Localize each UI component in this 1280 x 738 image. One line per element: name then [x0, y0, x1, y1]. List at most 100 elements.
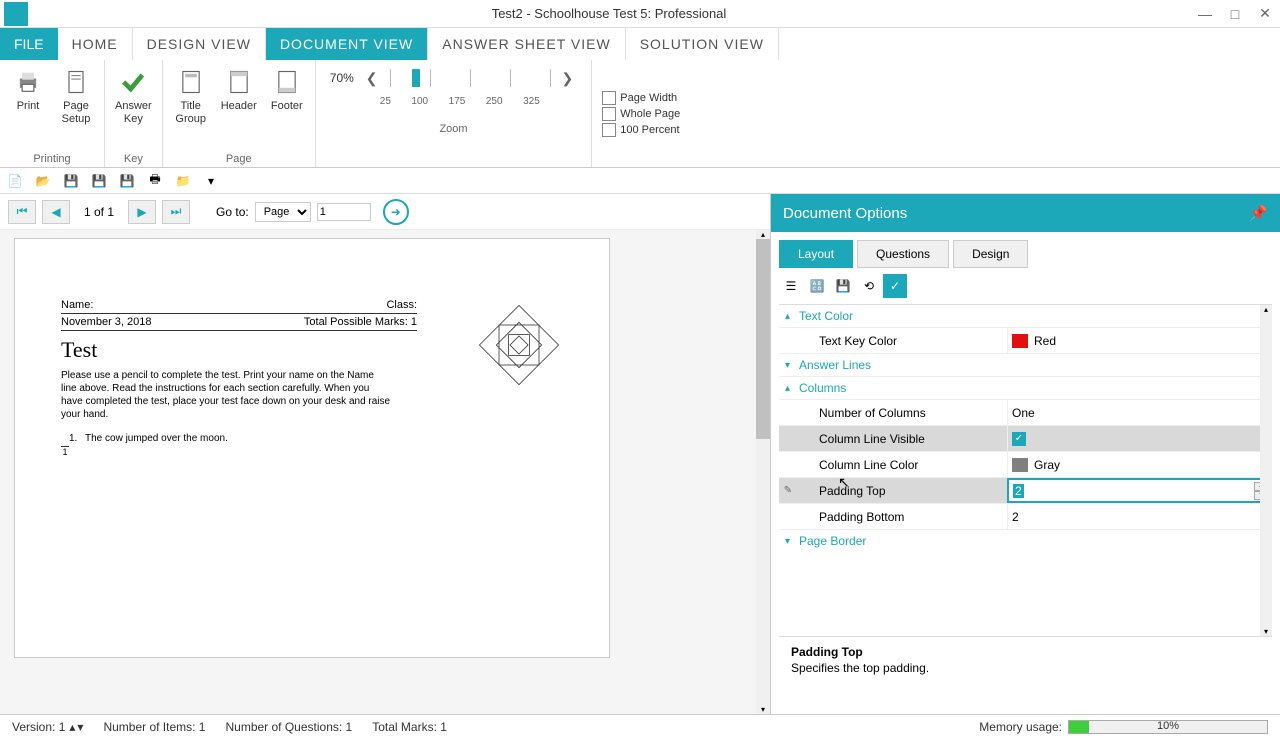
tab-layout[interactable]: Layout	[779, 240, 853, 268]
prop-padding-top[interactable]: ✎Padding Top2▴▾	[779, 478, 1272, 504]
save-options-icon[interactable]: 💾	[831, 274, 855, 298]
zoom-in-button[interactable]: ❯	[558, 70, 578, 87]
first-page-button[interactable]: ⏮	[8, 200, 36, 224]
quick-access-toolbar: 📄 📂 💾 💾 💾 🖶 📁 ▾	[0, 168, 1280, 194]
prop-col-line-color[interactable]: Column Line ColorGray	[779, 452, 1272, 478]
answer-key-button[interactable]: Answer Key	[113, 64, 154, 128]
doc-scrollbar[interactable]: ▴▾	[756, 230, 770, 714]
new-doc-icon[interactable]: 📄	[6, 172, 24, 190]
close-button[interactable]: ✕	[1250, 2, 1280, 26]
reset-icon[interactable]: ⟲	[857, 274, 881, 298]
chevron-down-icon: ▾	[785, 360, 799, 371]
whole-page-icon	[602, 107, 616, 121]
page-width-icon	[602, 91, 616, 105]
chevron-up-icon: ▴	[785, 311, 799, 322]
zoom-slider[interactable]	[390, 66, 550, 90]
zoom-out-button[interactable]: ❮	[362, 70, 382, 87]
status-version: Version: 1▴▾	[12, 720, 83, 734]
go-button[interactable]: ➜	[383, 199, 409, 225]
folder-icon[interactable]: 📁	[174, 172, 192, 190]
status-marks: Total Marks: 1	[372, 720, 447, 734]
title-group-button[interactable]: Title Group	[171, 64, 211, 128]
version-up-button[interactable]: ▴	[69, 720, 75, 734]
section-page-border[interactable]: ▾Page Border	[779, 530, 1272, 552]
dropdown-icon[interactable]: ▾	[202, 172, 220, 190]
tab-design[interactable]: Design	[953, 240, 1028, 268]
class-label: Class:	[386, 299, 417, 311]
status-questions: Number of Questions: 1	[225, 720, 352, 734]
status-items: Number of Items: 1	[103, 720, 205, 734]
section-text-color[interactable]: ▴Text Color	[779, 305, 1272, 328]
hundred-percent-button[interactable]: 100 Percent	[602, 123, 680, 137]
alphabetical-icon[interactable]: 🔠	[805, 274, 829, 298]
tab-questions[interactable]: Questions	[857, 240, 949, 268]
title-bar: Test2 - Schoolhouse Test 5: Professional…	[0, 0, 1280, 28]
doc-intro: Please use a pencil to complete the test…	[61, 369, 391, 421]
zoom-tick-labels: 25100175250325	[380, 96, 540, 107]
tab-answer-sheet-view[interactable]: ANSWER SHEET VIEW	[428, 28, 625, 60]
prop-col-line-visible[interactable]: Column Line Visible✓	[779, 426, 1272, 452]
version-down-button[interactable]: ▾	[77, 720, 83, 734]
chevron-down-icon: ▾	[785, 536, 799, 547]
tab-document-view[interactable]: DOCUMENT VIEW	[266, 28, 428, 60]
toggle-check-icon[interactable]: ✓	[883, 274, 907, 298]
last-page-button[interactable]: ⏭	[162, 200, 190, 224]
save-as-icon[interactable]: 💾	[90, 172, 108, 190]
status-bar: Version: 1▴▾ Number of Items: 1 Number o…	[0, 714, 1280, 738]
doc-date: November 3, 2018	[61, 316, 152, 328]
section-answer-lines[interactable]: ▾Answer Lines	[779, 354, 1272, 377]
header-button[interactable]: Header	[219, 64, 259, 115]
title-group-icon	[175, 66, 207, 98]
group-label-key: Key	[113, 151, 154, 165]
group-label-page: Page	[171, 151, 307, 165]
section-columns[interactable]: ▴Columns	[779, 377, 1272, 400]
pencil-icon: ✎	[779, 485, 797, 496]
print-icon[interactable]: 🖶	[146, 172, 164, 190]
document-page: Name:Class: November 3, 2018Total Possib…	[14, 238, 610, 658]
options-title: Document Options	[783, 205, 907, 222]
checkbox-checked-icon[interactable]: ✓	[1012, 432, 1026, 446]
prop-num-columns[interactable]: Number of ColumnsOne	[779, 400, 1272, 426]
maximize-button[interactable]: □	[1220, 2, 1250, 26]
desc-title: Padding Top	[791, 645, 1260, 659]
open-folder-icon[interactable]: 📂	[34, 172, 52, 190]
properties-grid: ▴Text Color Text Key ColorRed ▾Answer Li…	[779, 304, 1272, 636]
page-width-button[interactable]: Page Width	[602, 91, 680, 105]
memory-bar: 10%	[1068, 720, 1268, 734]
group-label-zoom: Zoom	[330, 121, 578, 135]
document-canvas: Name:Class: November 3, 2018Total Possib…	[0, 230, 770, 714]
document-options-panel: Document Options 📌 Layout Questions Desi…	[770, 194, 1280, 714]
whole-page-button[interactable]: Whole Page	[602, 107, 680, 121]
save-icon[interactable]: 💾	[62, 172, 80, 190]
tab-design-view[interactable]: DESIGN VIEW	[133, 28, 266, 60]
pin-icon[interactable]: 📌	[1249, 204, 1268, 222]
ribbon-content: Print Page Setup Printing Answer Key Key…	[0, 60, 1280, 168]
chevron-up-icon: ▴	[785, 383, 799, 394]
check-icon	[117, 66, 149, 98]
save-all-icon[interactable]: 💾	[118, 172, 136, 190]
window-title: Test2 - Schoolhouse Test 5: Professional	[28, 6, 1190, 21]
print-button[interactable]: Print	[8, 64, 48, 115]
footer-button[interactable]: Footer	[267, 64, 307, 115]
zoom-thumb[interactable]	[412, 69, 420, 87]
next-page-button[interactable]: ▶	[128, 200, 156, 224]
prop-text-key-color[interactable]: Text Key ColorRed	[779, 328, 1272, 354]
question-1: 1.The cow jumped over the moon.	[85, 433, 563, 444]
minimize-button[interactable]: —	[1190, 2, 1220, 26]
tab-file[interactable]: FILE	[0, 28, 58, 60]
desc-text: Specifies the top padding.	[791, 661, 1260, 675]
prop-padding-bottom[interactable]: Padding Bottom2	[779, 504, 1272, 530]
page-setup-icon	[60, 66, 92, 98]
tab-home[interactable]: HOME	[58, 28, 133, 60]
tab-solution-view[interactable]: SOLUTION VIEW	[626, 28, 779, 60]
prev-page-button[interactable]: ◀	[42, 200, 70, 224]
props-scrollbar[interactable]: ▴▾	[1260, 305, 1272, 636]
page-setup-button[interactable]: Page Setup	[56, 64, 96, 128]
red-swatch-icon	[1012, 334, 1028, 348]
page-indicator: 1 of 1	[84, 205, 114, 219]
navigation-bar: ⏮ ◀ 1 of 1 ▶ ⏭ Go to: Page ➜	[0, 194, 770, 230]
hundred-percent-icon	[602, 123, 616, 137]
goto-number-input[interactable]	[317, 203, 371, 221]
goto-type-select[interactable]: Page	[255, 202, 311, 222]
categorized-icon[interactable]: ☰	[779, 274, 803, 298]
